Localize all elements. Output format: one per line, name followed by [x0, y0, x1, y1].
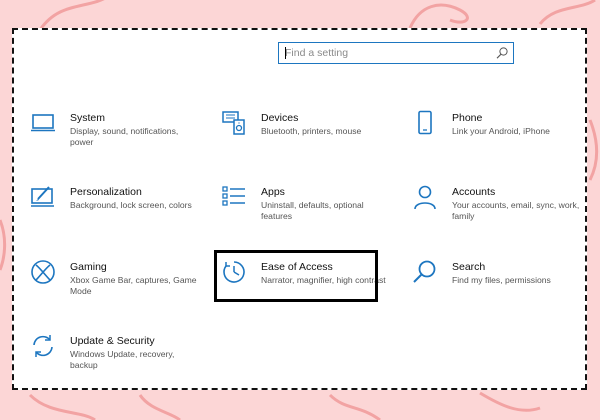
- tile-title: Personalization: [70, 186, 142, 198]
- tile-description: Xbox Game Bar, captures, Game Mode: [70, 275, 197, 296]
- apps-list-icon: [222, 186, 245, 206]
- monitor-icon: [31, 114, 55, 132]
- search-box[interactable]: [278, 42, 514, 64]
- tile-accounts[interactable]: Accounts Your accounts, email, sync, wor…: [412, 184, 582, 248]
- ease-of-access-highlight-box: [214, 250, 378, 302]
- tile-title: System: [70, 112, 106, 124]
- tile-description: Link your Android, iPhone: [452, 126, 550, 136]
- tile-description: Windows Update, recovery, backup: [70, 349, 175, 370]
- tile-title: Update & Security: [70, 335, 155, 347]
- tile-phone[interactable]: Phone Link your Android, iPhone: [412, 110, 582, 174]
- tile-description: Your accounts, email, sync, work, family: [452, 200, 580, 221]
- tile-gaming[interactable]: Gaming Xbox Game Bar, captures, Game Mod…: [30, 259, 200, 323]
- person-icon: [414, 185, 436, 210]
- phone-icon: [418, 110, 432, 135]
- tile-description: Find my files, permissions: [452, 275, 551, 285]
- tile-title: Gaming: [70, 261, 107, 273]
- sync-arrows-icon: [33, 335, 53, 357]
- xbox-icon: [31, 260, 55, 284]
- tile-description: Display, sound, notifications, power: [70, 126, 179, 147]
- tile-system[interactable]: System Display, sound, notifications, po…: [30, 110, 200, 174]
- search-icon[interactable]: [495, 46, 509, 60]
- tile-title: Apps: [261, 186, 285, 198]
- search-input[interactable]: [279, 43, 489, 63]
- tile-devices[interactable]: Devices Bluetooth, printers, mouse: [221, 110, 391, 174]
- tile-update-security[interactable]: Update & Security Windows Update, recove…: [30, 333, 200, 397]
- settings-panel: System Display, sound, notifications, po…: [12, 28, 587, 390]
- tile-title: Accounts: [452, 186, 496, 198]
- tile-search[interactable]: Search Find my files, permissions: [412, 259, 582, 323]
- text-caret: [285, 47, 286, 59]
- tile-personalization[interactable]: Personalization Background, lock screen,…: [30, 184, 200, 248]
- tile-description: Uninstall, defaults, optional features: [261, 200, 364, 221]
- tile-title: Phone: [452, 112, 483, 124]
- tile-description: Background, lock screen, colors: [70, 200, 192, 210]
- tile-apps[interactable]: Apps Uninstall, defaults, optional featu…: [221, 184, 391, 248]
- personalization-icon: [31, 186, 54, 207]
- devices-icon: [222, 111, 245, 135]
- tile-description: Bluetooth, printers, mouse: [261, 126, 362, 136]
- tile-title: Search: [452, 261, 486, 273]
- magnifier-icon: [413, 260, 436, 283]
- tile-title: Devices: [261, 112, 299, 124]
